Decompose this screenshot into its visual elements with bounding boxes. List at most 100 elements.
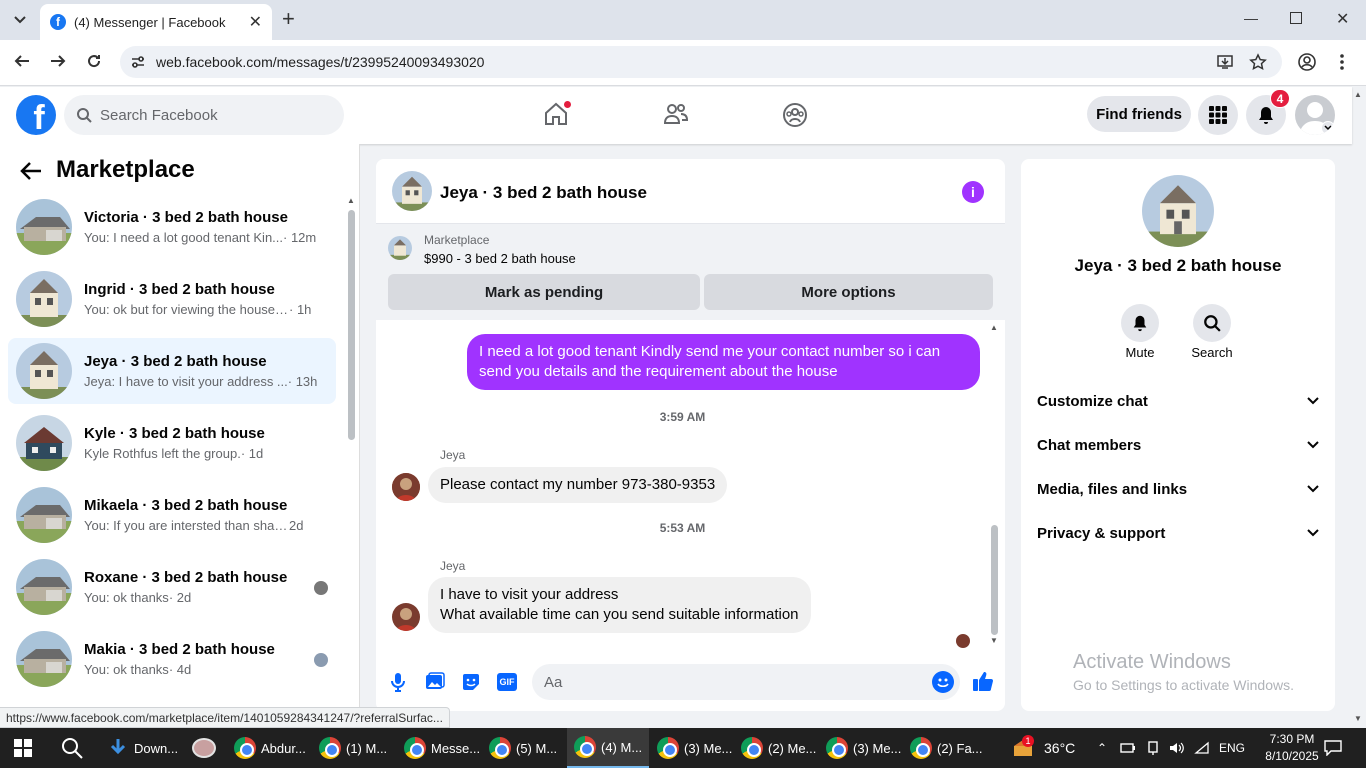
mark-as-pending-button[interactable]: Mark as pending: [388, 274, 700, 310]
taskbar-item-chrome-1[interactable]: Abdur...: [234, 728, 306, 768]
window-close-button[interactable]: ✕: [1336, 9, 1349, 29]
scroll-down-icon[interactable]: ▼: [990, 636, 998, 645]
weather-temp: 36°C: [1044, 740, 1076, 756]
groups-icon: [783, 103, 807, 127]
address-bar[interactable]: web.facebook.com/messages/t/239952400934…: [120, 46, 1282, 78]
account-avatar[interactable]: [1295, 95, 1335, 135]
mute-button[interactable]: [1121, 304, 1159, 342]
back-arrow-button[interactable]: [20, 161, 42, 181]
notification-center-button[interactable]: [1324, 728, 1342, 768]
home-notification-dot: [563, 100, 572, 109]
tab-close-icon[interactable]: ✕: [249, 12, 262, 32]
chat-title[interactable]: Jeya · 3 bed 2 bath house: [440, 183, 647, 203]
listing-thumbnail: [16, 631, 72, 687]
notifications-button[interactable]: 4: [1246, 89, 1290, 135]
activate-windows-title: Activate Windows: [1073, 651, 1231, 673]
sidebar-scrollbar[interactable]: [348, 210, 355, 440]
forward-button[interactable]: [50, 53, 66, 69]
browser-tab-active[interactable]: f (4) Messenger | Facebook ✕: [40, 4, 272, 40]
back-button[interactable]: [14, 53, 30, 69]
search-in-chat-button[interactable]: [1193, 304, 1231, 342]
taskbar-item-downloads[interactable]: Down...: [108, 728, 178, 768]
conversation-item-mikaela[interactable]: Mikaela · 3 bed 2 bath house You: If you…: [8, 482, 336, 548]
taskbar-item-chrome-active[interactable]: (4) M...: [567, 728, 649, 768]
facebook-search-input[interactable]: Search Facebook: [64, 95, 344, 135]
tab-search-button[interactable]: [8, 8, 32, 32]
like-button[interactable]: [972, 670, 994, 692]
conversation-name: Ingrid · 3 bed 2 bath house: [84, 281, 275, 298]
taskbar-item-chrome-8[interactable]: (3) Me...: [826, 728, 901, 768]
listing-banner: Marketplace $990 - 3 bed 2 bath house Ma…: [376, 224, 1005, 320]
message-line: What available time can you send suitabl…: [440, 606, 799, 623]
sender-avatar[interactable]: [392, 473, 420, 501]
read-receipt-avatar: [956, 634, 970, 648]
find-friends-button[interactable]: Find friends: [1087, 96, 1191, 132]
facebook-logo[interactable]: f: [16, 95, 56, 135]
listing-price[interactable]: $990 - 3 bed 2 bath house: [424, 251, 576, 266]
profile-button[interactable]: [1298, 53, 1316, 71]
privacy-support-section[interactable]: Privacy & support: [1037, 513, 1319, 553]
message-input[interactable]: Aa: [532, 664, 960, 700]
conversation-item-kyle[interactable]: Kyle · 3 bed 2 bath house Kyle Rothfus l…: [8, 410, 336, 476]
taskbar-item-app[interactable]: [192, 728, 216, 768]
taskbar-item-chrome-3[interactable]: Messe...: [404, 728, 480, 768]
more-options-button[interactable]: More options: [704, 274, 993, 310]
emoji-icon[interactable]: [932, 671, 954, 693]
scroll-up-icon[interactable]: ▲: [990, 323, 998, 332]
show-hidden-icons[interactable]: ⌃: [1097, 728, 1107, 768]
new-tab-button[interactable]: +: [282, 8, 295, 30]
taskbar-item-chrome-7[interactable]: (2) Me...: [741, 728, 816, 768]
conversation-item-roxane[interactable]: Roxane · 3 bed 2 bath house You: ok than…: [8, 554, 336, 620]
start-button[interactable]: [14, 728, 32, 768]
menu-button[interactable]: [1198, 95, 1238, 135]
nav-home[interactable]: [543, 100, 572, 127]
minimize-button[interactable]: —: [1244, 10, 1258, 26]
conversation-time: · 1h: [289, 302, 312, 317]
voice-clip-button[interactable]: [390, 672, 406, 692]
media-files-links-section[interactable]: Media, files and links: [1037, 469, 1319, 509]
chat-header-avatar[interactable]: [392, 171, 432, 211]
scroll-up-icon[interactable]: ▲: [347, 196, 355, 205]
mute-label: Mute: [1125, 345, 1155, 360]
network-tray-icon[interactable]: [1146, 728, 1160, 768]
messages-scrollbar[interactable]: [991, 525, 998, 635]
gif-button[interactable]: GIF: [497, 673, 517, 691]
taskbar-label: Messe...: [431, 740, 481, 756]
nav-groups[interactable]: [782, 102, 808, 128]
taskbar-search-button[interactable]: [61, 728, 83, 768]
conversation-item-jeya-selected[interactable]: Jeya · 3 bed 2 bath house Jeya: I have t…: [8, 338, 336, 404]
taskbar-item-chrome-2[interactable]: (1) M...: [319, 728, 387, 768]
restore-button[interactable]: [1290, 12, 1302, 24]
bell-icon: [1259, 107, 1273, 124]
taskbar-item-chrome-9[interactable]: (2) Fa...: [910, 728, 983, 768]
page-scroll-up-icon[interactable]: ▲: [1354, 90, 1362, 99]
details-avatar[interactable]: [1142, 175, 1214, 247]
customize-chat-section[interactable]: Customize chat: [1037, 381, 1319, 421]
weather-widget[interactable]: 1 36°C: [1012, 728, 1075, 768]
sender-avatar[interactable]: [392, 603, 420, 631]
info-icon[interactable]: i: [962, 181, 984, 203]
attach-photo-button[interactable]: [425, 672, 445, 692]
taskbar-item-chrome-4[interactable]: (5) M...: [489, 728, 557, 768]
volume-tray-icon[interactable]: [1169, 728, 1185, 768]
taskbar-item-chrome-6[interactable]: (3) Me...: [657, 728, 732, 768]
nav-friends[interactable]: [663, 102, 689, 126]
browser-toolbar: web.facebook.com/messages/t/239952400934…: [0, 40, 1366, 86]
sticker-button[interactable]: [461, 672, 481, 692]
battery-tray-icon[interactable]: [1120, 728, 1136, 768]
grid-menu-icon: [1209, 106, 1227, 124]
browser-menu-button[interactable]: [1340, 53, 1344, 71]
incoming-message[interactable]: I have to visit your address What availa…: [428, 577, 811, 633]
clock[interactable]: 7:30 PM 8/10/2025: [1262, 731, 1322, 765]
input-language[interactable]: ENG: [1219, 728, 1245, 768]
wifi-tray-icon[interactable]: [1194, 728, 1210, 768]
conversation-item-victoria[interactable]: Victoria · 3 bed 2 bath house You: I nee…: [8, 194, 336, 260]
chat-members-section[interactable]: Chat members: [1037, 425, 1319, 465]
reload-button[interactable]: [86, 53, 102, 69]
outgoing-message[interactable]: I need a lot good tenant Kindly send me …: [467, 334, 980, 390]
conversation-item-makia[interactable]: Makia · 3 bed 2 bath house You: ok thank…: [8, 626, 336, 692]
conversation-preview: You: If you are intersted than share ...: [84, 518, 289, 533]
page-scroll-down-icon[interactable]: ▼: [1354, 714, 1362, 723]
conversation-item-ingrid[interactable]: Ingrid · 3 bed 2 bath house You: ok but …: [8, 266, 336, 332]
incoming-message[interactable]: Please contact my number 973-380-9353: [428, 467, 728, 503]
